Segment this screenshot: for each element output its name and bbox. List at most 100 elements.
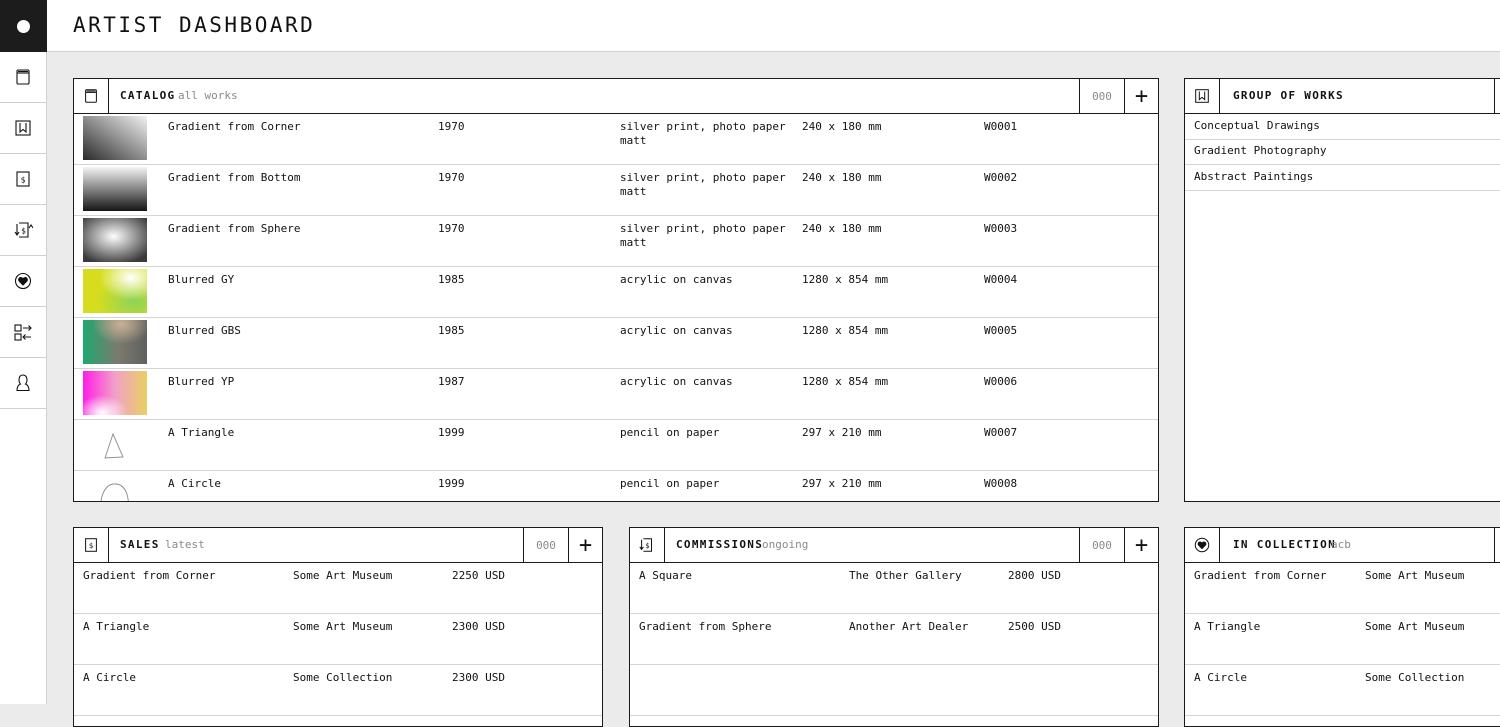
dollar-icon: $ [16, 171, 30, 187]
artwork-title: Blurred YP [168, 375, 235, 388]
sales-subtitle: latest [165, 538, 205, 551]
artwork-title: A Triangle [168, 426, 235, 439]
table-row[interactable]: Blurred GY 1985 acrylic on canvas 1280 x… [74, 267, 1158, 318]
catalog-title: CATALOG [120, 89, 176, 102]
collection-owner: Some Art Museum [1365, 620, 1465, 633]
table-row[interactable]: A Circle Some Collection [1185, 665, 1500, 716]
collection-add-button[interactable] [1494, 528, 1500, 562]
group-label: Abstract Paintings [1194, 170, 1314, 183]
sidebar-item-groups[interactable] [0, 103, 46, 154]
collection-header: IN COLLECTION acb [1185, 528, 1500, 563]
artwork-title: Gradient from Bottom [168, 171, 301, 184]
table-row[interactable]: A Triangle 1999 pencil on paper 297 x 21… [74, 420, 1158, 471]
sales-count: 000 [523, 528, 568, 562]
sidebar-item-transfers[interactable] [0, 307, 46, 358]
artwork-title: Gradient from Sphere [168, 222, 301, 235]
sale-work: A Triangle [83, 620, 150, 633]
artwork-id: W0001 [984, 120, 1018, 133]
collection-title: IN COLLECTION [1233, 538, 1336, 551]
sale-buyer: Some Collection [293, 671, 393, 684]
sidebar-item-profile[interactable] [0, 358, 46, 409]
artwork-title: Gradient from Corner [168, 120, 301, 133]
table-row[interactable]: Gradient from Bottom 1970 silver print, … [74, 165, 1158, 216]
table-row[interactable]: A Circle 1999 pencil on paper 297 x 210 … [74, 471, 1158, 501]
table-row[interactable]: A Square The Other Gallery 2800 USD [630, 563, 1158, 614]
catalog-add-button[interactable]: + [1124, 79, 1158, 113]
table-row[interactable]: Gradient from Corner Some Art Museum [1185, 563, 1500, 614]
table-row[interactable]: A Triangle Some Art Museum [1185, 614, 1500, 665]
sidebar-item-collection[interactable] [0, 256, 46, 307]
table-row[interactable]: A Triangle Some Art Museum 2300 USD [74, 614, 602, 665]
artwork-year: 1999 [438, 426, 465, 439]
table-row[interactable]: Blurred YP 1987 acrylic on canvas 1280 x… [74, 369, 1158, 420]
groups-title: GROUP OF WORKS [1233, 89, 1344, 102]
artwork-id: W0002 [984, 171, 1018, 184]
artwork-size: 297 x 210 mm [802, 477, 882, 490]
catalog-panel: CATALOG all works 000 + Gradient from Co… [73, 78, 1159, 502]
sale-buyer: Some Art Museum [293, 569, 393, 582]
commission-icon: $ [14, 222, 33, 238]
sale-work: A Circle [83, 671, 136, 684]
heart-icon [1185, 528, 1220, 562]
sales-panel: $ SALES latest 000 + Gradient from Corne… [73, 527, 603, 727]
catalog-count: 000 [1079, 79, 1124, 113]
table-row[interactable]: A Circle Some Collection 2300 USD [74, 665, 602, 716]
artwork-size: 1280 x 854 mm [802, 375, 889, 388]
table-row[interactable]: Gradient from Sphere 1970 silver print, … [74, 216, 1158, 267]
sidebar-item-sales[interactable]: $ [0, 154, 46, 205]
commissions-add-button[interactable]: + [1124, 528, 1158, 562]
catalog-icon [16, 69, 30, 85]
sale-price: 2300 USD [452, 620, 505, 633]
artwork-year: 1999 [438, 477, 465, 490]
artwork-size: 297 x 210 mm [802, 426, 882, 439]
sales-add-button[interactable]: + [568, 528, 602, 562]
collection-owner: Some Art Museum [1365, 569, 1465, 582]
collection-work: A Circle [1194, 671, 1247, 684]
svg-text:$: $ [21, 176, 26, 185]
collection-work: A Triangle [1194, 620, 1261, 633]
artwork-id: W0006 [984, 375, 1018, 388]
commissions-title: COMMISSIONS [676, 538, 764, 551]
svg-text:$: $ [89, 541, 93, 550]
sale-work: Gradient from Corner [83, 569, 216, 582]
artwork-id: W0007 [984, 426, 1018, 439]
artwork-medium: acrylic on canvas [620, 324, 733, 337]
list-item[interactable]: Abstract Paintings [1185, 165, 1500, 191]
sidebar-item-catalog[interactable] [0, 52, 46, 103]
artwork-id: W0004 [984, 273, 1018, 286]
artwork-year: 1970 [438, 171, 465, 184]
commission-work: Gradient from Sphere [639, 620, 772, 633]
bookmark-icon [1185, 79, 1220, 113]
logo[interactable] [0, 0, 47, 52]
artwork-size: 1280 x 854 mm [802, 324, 889, 337]
table-row[interactable]: Gradient from Sphere Another Art Dealer … [630, 614, 1158, 665]
table-row[interactable]: Gradient from Corner Some Art Museum 225… [74, 563, 602, 614]
collection-owner: Some Collection [1365, 671, 1465, 684]
table-row[interactable]: Gradient from Corner 1970 silver print, … [74, 114, 1158, 165]
artwork-thumbnail [83, 167, 147, 211]
list-item[interactable]: Conceptual Drawings [1185, 114, 1500, 140]
list-item[interactable]: Gradient Photography [1185, 139, 1500, 165]
commission-client: Another Art Dealer [849, 620, 969, 633]
commission-price: 2500 USD [1008, 620, 1061, 633]
artwork-thumbnail [83, 473, 147, 501]
table-row [630, 665, 1158, 716]
artwork-size: 240 x 180 mm [802, 222, 882, 235]
table-row[interactable]: Blurred GBS 1985 acrylic on canvas 1280 … [74, 318, 1158, 369]
artwork-id: W0008 [984, 477, 1018, 490]
artwork-medium: pencil on paper [620, 426, 720, 439]
collection-subtitle: acb [1331, 538, 1351, 551]
artwork-size: 1280 x 854 mm [802, 273, 889, 286]
artwork-medium: acrylic on canvas [620, 273, 733, 286]
artwork-thumbnail [83, 116, 147, 160]
commission-client: The Other Gallery [849, 569, 962, 582]
groups-add-button[interactable] [1494, 79, 1500, 113]
sidebar-item-commissions[interactable]: $ [0, 205, 46, 256]
catalog-subtitle: all works [178, 89, 238, 102]
commissions-subtitle: ongoing [762, 538, 809, 551]
artwork-year: 1985 [438, 324, 465, 337]
commission-icon: $ [630, 528, 665, 562]
sale-buyer: Some Art Museum [293, 620, 393, 633]
svg-text:$: $ [21, 227, 26, 236]
artwork-medium: acrylic on canvas [620, 375, 733, 388]
